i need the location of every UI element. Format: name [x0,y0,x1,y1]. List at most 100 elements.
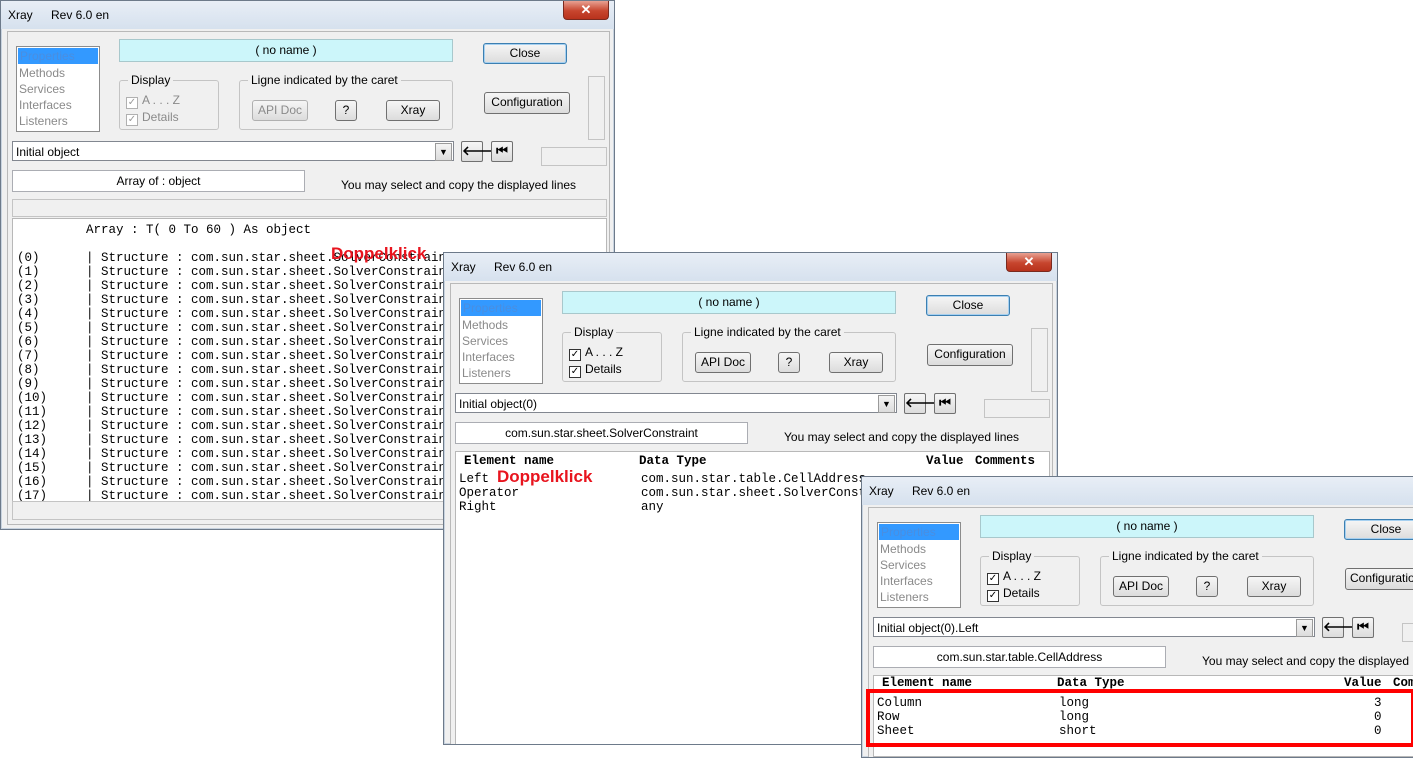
list-item-interfaces[interactable]: Interfaces [878,573,960,589]
list-item-methods[interactable]: Methods [17,65,99,81]
chevron-down-icon[interactable]: ▼ [1296,619,1313,637]
list-item-services[interactable]: Services [878,557,960,573]
list-item-properties[interactable]: Properties [461,300,541,316]
help-button[interactable]: ? [778,352,800,373]
array-row-index: (8) [17,363,40,377]
title-bar: Xray Rev 6.0 en [862,477,1413,505]
array-row-index: (2) [17,279,40,293]
array-row-value: | Structure : com.sun.star.sheet.SolverC… [86,391,454,405]
details-checkbox[interactable]: ✓ Details [987,586,1040,602]
column-header-value: Value [926,454,964,468]
mode-list[interactable]: Properties Methods Services Interfaces L… [459,298,543,384]
az-checkbox[interactable]: ✓ A . . . Z [126,93,180,109]
element-row-type: com.sun.star.table.CellAddress [641,472,867,486]
api-doc-button[interactable]: API Doc [695,352,751,373]
object-name-field: ( no name ) [119,39,453,62]
list-item-listeners[interactable]: Listeners [460,365,542,381]
skip-start-icon: ⏮ [939,395,951,410]
history-scrollbar[interactable] [984,399,1050,418]
back-button[interactable]: 🡐 [461,141,497,162]
history-scrollbar[interactable] [541,147,607,166]
toolbar-vscroll[interactable] [588,76,605,140]
az-checkbox[interactable]: ✓ A . . . Z [569,345,623,361]
object-path-combo[interactable]: Initial object(0) ▼ [455,393,897,413]
window-title: Xray [869,484,894,498]
list-item-methods[interactable]: Methods [878,541,960,557]
chevron-down-icon[interactable]: ▼ [878,395,895,413]
column-header-name: Element name [882,676,973,690]
list-item-interfaces[interactable]: Interfaces [17,97,99,113]
column-header-comments: Com [1393,676,1413,690]
array-row-value: | Structure : com.sun.star.sheet.SolverC… [86,363,454,377]
close-button[interactable]: Close [926,295,1010,316]
array-row-index: (7) [17,349,40,363]
close-button[interactable]: Close [483,43,567,64]
object-name-field: ( no name ) [562,291,896,314]
list-item-listeners[interactable]: Listeners [17,113,99,129]
display-caption: Display [128,73,174,87]
array-row-index: (1) [17,265,40,279]
column-header-type: Data Type [639,454,707,468]
configuration-button[interactable]: Configuratio [1345,568,1413,590]
back-button[interactable]: 🡐 [1322,617,1358,638]
highlight-frame [866,689,1413,747]
list-item-properties[interactable]: Properties [18,48,98,64]
array-row-index: (10) [17,391,48,405]
list-item-properties[interactable]: Properties [879,524,959,540]
display-caption: Display [571,325,617,339]
first-button[interactable]: ⏮ [1352,617,1374,638]
title-bar: Xray Rev 6.0 en [1,1,614,29]
list-item-listeners[interactable]: Listeners [878,589,960,605]
array-row-value: | Structure : com.sun.star.sheet.SolverC… [86,335,454,349]
xray-button[interactable]: Xray [1247,576,1301,597]
object-path-combo[interactable]: Initial object ▼ [12,141,454,161]
array-row-index: (6) [17,335,40,349]
array-row-index: (9) [17,377,40,391]
details-checkbox[interactable]: ✓ Details [569,362,622,378]
az-checkbox[interactable]: ✓ A . . . Z [987,569,1041,585]
close-icon[interactable]: ✕ [563,1,609,20]
column-header-value: Value [1344,676,1382,690]
array-row-value: | Structure : com.sun.star.sheet.SolverC… [86,447,454,461]
mode-list[interactable]: Properties Methods Services Interfaces L… [877,522,961,608]
configuration-button[interactable]: Configuration [927,344,1013,366]
close-icon[interactable]: ✕ [1006,253,1052,272]
help-button[interactable]: ? [335,100,357,121]
toolbar-vscroll[interactable] [1031,328,1048,392]
configuration-button[interactable]: Configuration [484,92,570,114]
xray-button[interactable]: Xray [829,352,883,373]
array-row-value: | Structure : com.sun.star.sheet.SolverC… [86,475,454,489]
history-scrollbar[interactable] [1402,623,1413,642]
details-checkbox[interactable]: ✓ Details [126,110,179,126]
object-path-combo[interactable]: Initial object(0).Left ▼ [873,617,1315,637]
array-row-index: (3) [17,293,40,307]
element-row-name: Right [459,500,497,514]
list-item-services[interactable]: Services [17,81,99,97]
xray-button[interactable]: Xray [386,100,440,121]
array-row-value: | Structure : com.sun.star.sheet.SolverC… [86,265,454,279]
api-doc-button[interactable]: API Doc [252,100,308,121]
first-button[interactable]: ⏮ [934,393,956,414]
api-doc-button[interactable]: API Doc [1113,576,1169,597]
list-item-interfaces[interactable]: Interfaces [460,349,542,365]
chevron-down-icon[interactable]: ▼ [435,143,452,161]
help-button[interactable]: ? [1196,576,1218,597]
mode-list[interactable]: Properties Methods Services Interfaces L… [16,46,100,132]
back-button[interactable]: 🡐 [904,393,940,414]
status-bar [12,199,607,217]
type-field: com.sun.star.sheet.SolverConstraint [455,422,748,444]
list-item-methods[interactable]: Methods [460,317,542,333]
first-button[interactable]: ⏮ [491,141,513,162]
caret-caption: Ligne indicated by the caret [248,73,401,87]
list-item-services[interactable]: Services [460,333,542,349]
close-button[interactable]: Close [1344,519,1413,540]
array-row-value: | Structure : com.sun.star.sheet.SolverC… [86,433,454,447]
object-name-field: ( no name ) [980,515,1314,538]
array-row-value: | Structure : com.sun.star.sheet.SolverC… [86,377,454,391]
window-rev: Rev 6.0 en [51,8,110,22]
array-row-index: (16) [17,475,48,489]
caret-caption: Ligne indicated by the caret [691,325,844,339]
window-title: Xray [8,8,33,22]
window-title: Xray [451,260,476,274]
type-field: Array of : object [12,170,305,192]
